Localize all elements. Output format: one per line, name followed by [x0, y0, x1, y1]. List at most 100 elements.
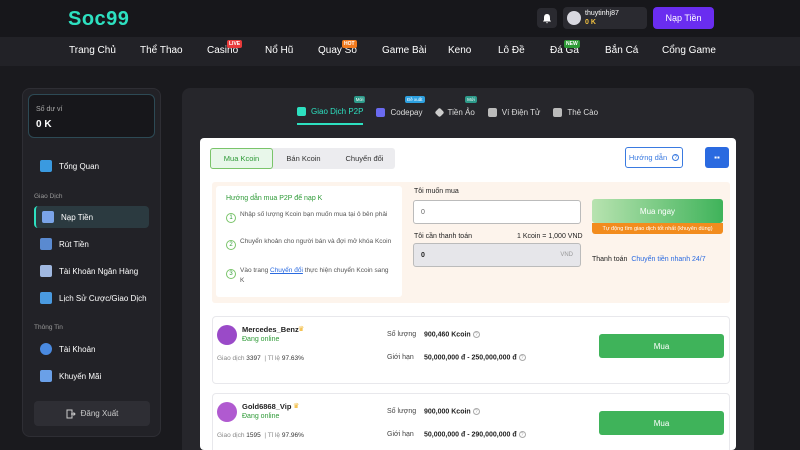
nav-item-keno[interactable]: Keno	[448, 45, 471, 56]
buy-now-button[interactable]: Mua ngay	[592, 199, 723, 223]
dashboard-icon	[40, 160, 52, 172]
sidebar: Số dư ví 0 K Tổng Quan Giao Dịch Nạp Tiề…	[22, 88, 161, 437]
tab-label: Ví Điện Tử	[501, 107, 541, 117]
tab-label: Tiền Ảo	[447, 107, 475, 117]
nav-item-cockfight[interactable]: Đá Gà NEW	[550, 40, 580, 56]
crown-icon: ♛	[293, 403, 300, 410]
nav-item-home[interactable]: Trang Chủ	[69, 45, 116, 56]
guide-step: 2 Chuyển khoản cho người bán và đợi mở kh…	[226, 237, 394, 250]
nav-label: Keno	[448, 45, 472, 56]
sidebar-item-label: Lịch Sử Cược/Giao Dịch	[59, 293, 147, 303]
tab-crypto[interactable]: Tiền Ảo Mới	[434, 96, 477, 125]
sidebar-item-history[interactable]: Lịch Sử Cược/Giao Dịch	[34, 287, 149, 309]
hot-badge: HOT	[342, 40, 357, 48]
quantity-value: 900,000 Kcoin?	[424, 408, 480, 415]
limit-value: 50,000,000 đ - 290,000,000 đ?	[424, 431, 526, 438]
logo[interactable]: Soc99	[68, 8, 129, 31]
guide-button[interactable]: Hướng dẫn ?	[625, 147, 683, 168]
main-nav: Trang Chủ Thể Thao Casino LIVE Nổ Hũ Quay…	[0, 37, 800, 66]
sidebar-item-promotions[interactable]: Khuyến Mãi	[34, 365, 149, 387]
nav-item-lode[interactable]: Lô Đề	[498, 45, 525, 56]
quantity-label: Số lượng	[387, 408, 417, 415]
limit-label: Giới hạn	[387, 354, 414, 361]
sidebar-item-label: Tài Khoản Ngân Hàng	[59, 266, 139, 276]
user-menu[interactable]: thuytinhj87 0 K	[563, 7, 647, 29]
nav-label: Trang Chủ	[69, 45, 116, 56]
bell-icon	[543, 13, 551, 23]
nav-item-fishing[interactable]: Bắn Cá	[605, 45, 638, 56]
username: thuytinhj87	[585, 10, 619, 17]
wallet-balance-box: Số dư ví 0 K	[28, 94, 155, 138]
buy-button[interactable]: Mua	[599, 334, 724, 358]
top-bar: Soc99 thuytinhj87 0 K Nạp Tiền	[0, 0, 800, 37]
nav-label: Cổng Game	[662, 45, 716, 56]
convert-link[interactable]: Chuyển đổi	[270, 267, 303, 274]
nav-item-slots[interactable]: Nổ Hũ	[265, 45, 293, 56]
diamond-icon	[434, 107, 444, 117]
sidebar-item-deposit[interactable]: Nạp Tiền	[34, 206, 149, 228]
offer-row: Mercedes_Benz ♛ Đang online Giao dịch 33…	[212, 316, 730, 384]
sidebar-item-label: Khuyến Mãi	[59, 371, 102, 381]
step-number: 2	[226, 240, 236, 250]
seller-avatar	[217, 325, 237, 345]
user-icon	[40, 343, 52, 355]
info-icon: ?	[472, 331, 480, 338]
pay-amount-field: 0 VND	[413, 243, 581, 267]
nav-item-casino[interactable]: Casino LIVE	[207, 40, 243, 56]
nav-label: Lô Đề	[498, 45, 525, 56]
sidebar-item-label: Tổng Quan	[59, 161, 100, 171]
avatar	[567, 11, 581, 25]
tab-p2p[interactable]: Giao Dịch P2P Mới	[297, 96, 366, 125]
section-info: Thông Tin	[34, 324, 63, 331]
info-icon: ?	[518, 354, 526, 361]
nav-item-sports[interactable]: Thể Thao	[140, 45, 183, 56]
offer-row: Gold6868_Vip ♛ Đang online Giao dịch 159…	[212, 393, 730, 450]
buy-button[interactable]: Mua	[599, 411, 724, 435]
wallet-icon: ▪▪	[714, 153, 720, 162]
logout-button[interactable]: Đăng Xuất	[34, 401, 150, 426]
help-icon: ?	[672, 154, 680, 161]
nav-item-game-portal[interactable]: Cổng Game	[662, 45, 716, 56]
p2p-card: Mua Kcoin Bán Kcoin Chuyển đổi Hướng dẫn…	[200, 138, 736, 450]
sidebar-item-overview[interactable]: Tổng Quan	[34, 155, 149, 177]
segment-convert[interactable]: Chuyển đổi	[334, 148, 395, 169]
pay-unit: VND	[560, 252, 573, 258]
guide-step: 1 Nhập số lượng Kcoin bạn muốn mua tại ô …	[226, 210, 394, 223]
tab-label: Thẻ Cào	[567, 107, 599, 117]
p2p-icon	[297, 106, 306, 116]
kcoin-amount-input[interactable]: 0	[413, 200, 581, 224]
tab-scratch-card[interactable]: Thẻ Cào	[553, 103, 598, 125]
nav-item-card-games[interactable]: Game Bài	[382, 45, 426, 56]
wallet-button[interactable]: ▪▪	[705, 147, 729, 168]
nav-item-lottery[interactable]: Quay Số HOT	[318, 40, 357, 56]
notification-button[interactable]	[537, 8, 557, 28]
info-icon: ?	[518, 431, 526, 438]
pay-label: Tôi cần thanh toán	[414, 233, 472, 240]
guide-box: Hướng dẫn mua P2P để nạp K 1 Nhập số lượn…	[216, 186, 402, 297]
sidebar-item-withdraw[interactable]: Rút Tiền	[34, 233, 149, 255]
header-balance: 0 K	[585, 19, 596, 26]
new-badge: NEW	[564, 40, 580, 48]
pay-value: 0	[421, 251, 425, 259]
nav-label: Nổ Hũ	[265, 45, 294, 56]
main-panel: Giao Dịch P2P Mới Codepay Đề xuất Tiền Ảo M…	[182, 88, 754, 450]
step-number: 3	[226, 269, 236, 279]
limit-label: Giới hạn	[387, 431, 414, 438]
live-badge: LIVE	[227, 40, 243, 48]
tab-codepay[interactable]: Codepay Đề xuất	[376, 96, 425, 125]
payment-label: Thanh toán	[592, 256, 628, 263]
segment-sell-kcoin[interactable]: Bán Kcoin	[273, 148, 334, 169]
seller-status: Đang online	[242, 413, 280, 420]
sidebar-item-bank-account[interactable]: Tài Khoản Ngân Hàng	[34, 260, 149, 282]
nav-label: Bắn Cá	[605, 45, 639, 56]
withdraw-icon	[40, 238, 52, 250]
sidebar-item-account[interactable]: Tài Khoản	[34, 338, 149, 360]
p2p-segment-control: Mua Kcoin Bán Kcoin Chuyển đổi	[210, 148, 395, 169]
tab-e-wallet[interactable]: Ví Điện Tử	[487, 103, 541, 125]
gift-icon	[40, 370, 52, 382]
card-icon	[553, 107, 563, 117]
segment-buy-kcoin[interactable]: Mua Kcoin	[210, 148, 273, 169]
tab-label: Codepay	[390, 107, 423, 117]
deposit-button[interactable]: Nạp Tiền	[653, 7, 714, 29]
nav-label: Thể Thao	[140, 45, 183, 56]
